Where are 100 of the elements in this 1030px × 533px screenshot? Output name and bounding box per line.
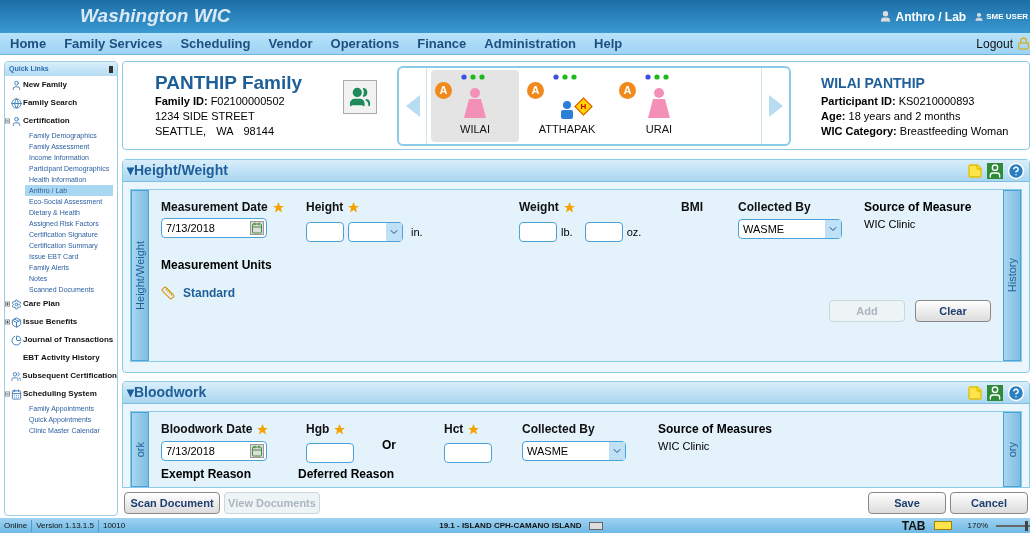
- people-icon: [10, 370, 22, 382]
- help-icon[interactable]: [1007, 161, 1025, 180]
- section-title[interactable]: ▾Height/Weight: [127, 160, 967, 181]
- participant-name: WILAI PANTHIP: [821, 73, 926, 93]
- user-icon: [974, 11, 985, 22]
- sidebar-item[interactable]: Certification: [5, 112, 117, 130]
- unit-label: oz.: [626, 224, 642, 240]
- sidebar-item[interactable]: New Family: [5, 76, 117, 94]
- unit-label: in.: [411, 224, 423, 240]
- field-label: Source of Measures: [658, 421, 773, 438]
- menu-item[interactable]: Scheduling: [180, 33, 251, 54]
- status-dots-icon: [461, 73, 487, 80]
- sidebar-item[interactable]: Subsequent Certification: [5, 367, 117, 385]
- menu-item[interactable]: Family Services: [64, 33, 163, 54]
- globe-icon: [11, 97, 22, 109]
- field-label: Collected By: [522, 421, 595, 438]
- input-field[interactable]: [306, 443, 354, 463]
- box-icon: [11, 316, 22, 328]
- sidebar-item[interactable]: Care Plan: [5, 295, 117, 313]
- status-dots-icon: [645, 73, 671, 80]
- input-field[interactable]: [519, 222, 557, 242]
- collapse-icon[interactable]: [5, 118, 10, 124]
- gears-icon: [11, 298, 22, 310]
- info-value: KS0210000893: [898, 94, 975, 107]
- sidebar-item[interactable]: Scheduling System: [5, 385, 117, 403]
- logout-link[interactable]: Logout: [976, 34, 1013, 53]
- person-icon[interactable]: [987, 384, 1003, 401]
- side-tab[interactable]: Height/Weight: [131, 190, 149, 361]
- user-icon: [878, 10, 892, 23]
- date-field[interactable]: 7/13/2018: [161, 441, 267, 461]
- menu-item[interactable]: Operations: [330, 33, 400, 54]
- user-name: SME USER: [986, 10, 1028, 23]
- menu-item[interactable]: Finance: [417, 33, 467, 54]
- calendar-icon[interactable]: [250, 221, 264, 235]
- field-label: Hct: [444, 421, 464, 438]
- sidebar-item[interactable]: EBT Activity History: [5, 349, 117, 367]
- info-label: Participant ID:: [821, 94, 896, 107]
- sidebar-item[interactable]: Family Search: [5, 94, 117, 112]
- street-address: 1234 SIDE STREET: [155, 109, 256, 124]
- book-icon: [589, 521, 604, 530]
- input-field[interactable]: [584, 222, 623, 242]
- dropdown[interactable]: WASME: [738, 219, 842, 239]
- field-label: Height: [306, 199, 344, 216]
- field-label: Weight: [519, 199, 559, 216]
- family-members-button[interactable]: [343, 79, 377, 114]
- field-label: Hgb: [306, 421, 330, 438]
- menu-item[interactable]: Vendor: [268, 33, 313, 54]
- side-tab[interactable]: ork: [131, 412, 149, 487]
- lock-icon[interactable]: [1017, 37, 1030, 50]
- info-label: Age:: [821, 109, 846, 122]
- units-link[interactable]: Standard: [183, 284, 235, 302]
- action-button[interactable]: Scan Document: [124, 492, 220, 514]
- section-title[interactable]: ▾Bloodwork: [127, 382, 967, 403]
- message-icon[interactable]: [933, 521, 952, 530]
- expand-icon[interactable]: [5, 319, 10, 325]
- user-up-icon: [11, 115, 22, 127]
- menu-item[interactable]: Administration: [484, 33, 577, 54]
- role-label: Anthro / Lab: [895, 8, 967, 26]
- field-label: Bloodwork Date: [161, 421, 253, 438]
- action-button[interactable]: Cancel: [950, 492, 1028, 514]
- collapse-icon[interactable]: [5, 391, 10, 397]
- alert-badge: A: [527, 81, 544, 99]
- field-label: Measurement Units: [161, 258, 272, 272]
- menu-item[interactable]: Help: [594, 33, 623, 54]
- info-value: Breastfeeding Woman: [899, 124, 1009, 137]
- status-text: Online: [0, 519, 33, 532]
- family-name: PANTHIP Family: [155, 72, 304, 94]
- woman-figure-icon: [646, 87, 672, 119]
- participant-card[interactable]: A H ATTHAPAK: [523, 69, 611, 142]
- person-icon[interactable]: [987, 162, 1003, 179]
- zip-code: 98144: [243, 124, 275, 139]
- history-tab[interactable]: ory: [1003, 412, 1021, 487]
- expand-icon[interactable]: [5, 301, 10, 307]
- zoom-slider-thumb[interactable]: [1025, 520, 1029, 531]
- ruler-icon: [161, 286, 175, 300]
- app-title: Washington WIC: [80, 4, 232, 29]
- user-icon: [11, 79, 22, 91]
- field-label: BMI: [681, 199, 703, 216]
- dropdown[interactable]: [348, 222, 403, 242]
- field-label: Deferred Reason: [298, 467, 395, 481]
- info-value: 18 years and 2 months: [848, 109, 961, 122]
- participant-card[interactable]: A URAI: [615, 69, 703, 142]
- sidebar-item[interactable]: Issue Benefits: [5, 313, 117, 331]
- sidebar-item[interactable]: Journal of Transactions: [5, 331, 117, 349]
- dropdown[interactable]: WASME: [522, 441, 626, 461]
- unit-label: lb.: [561, 224, 573, 240]
- history-tab[interactable]: History: [1003, 190, 1021, 361]
- action-button[interactable]: Clear: [915, 300, 991, 322]
- pin-icon[interactable]: [109, 65, 113, 73]
- participant-card[interactable]: A WILAI: [431, 69, 519, 142]
- date-field[interactable]: 7/13/2018: [161, 218, 267, 238]
- alert-badge: A: [435, 81, 452, 99]
- action-button[interactable]: Save: [868, 492, 946, 514]
- calendar-icon[interactable]: [250, 444, 264, 458]
- woman-figure-icon: [462, 87, 488, 119]
- input-field[interactable]: [306, 222, 344, 242]
- version-text: Version 1.13.1.5: [35, 519, 95, 532]
- menu-item[interactable]: Home: [10, 33, 47, 54]
- help-icon[interactable]: [1007, 383, 1025, 402]
- input-field[interactable]: [444, 443, 492, 463]
